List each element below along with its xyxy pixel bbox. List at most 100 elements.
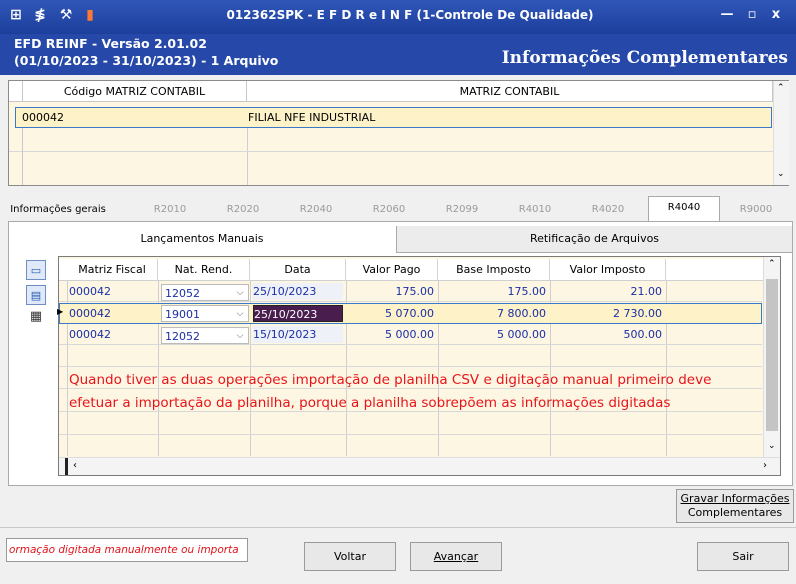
horizontal-scrollbar[interactable]: ‹ › — [59, 457, 780, 475]
status-field: ormação digitada manualmente ou importa — [6, 538, 248, 562]
chevron-down-icon[interactable]: ⌵ — [233, 307, 247, 321]
row-divider — [59, 434, 762, 435]
table-row-selected[interactable]: 000042 FILIAL NFE INDUSTRIAL — [15, 107, 772, 128]
cell-valor-imposto: 21.00 — [630, 285, 663, 298]
subtab-lancamentos-manuais[interactable]: Lançamentos Manuais — [9, 226, 395, 253]
cell-data[interactable]: 25/10/2023 — [253, 283, 343, 300]
scroll-right-icon[interactable]: › — [763, 460, 767, 471]
column-header-empty — [666, 259, 763, 281]
column-divider — [247, 128, 248, 185]
document-icon[interactable]: ▮ — [82, 7, 98, 25]
gravar-label-line1: Gravar Informações — [680, 492, 790, 505]
tab-r4040[interactable]: R4040 — [648, 196, 720, 222]
column-header-matriz: MATRIZ CONTABIL — [247, 81, 773, 102]
warning-message-line2: efetuar a importação da planilha, porque… — [69, 395, 671, 411]
column-header-code: Código MATRIZ CONTABIL — [23, 81, 247, 102]
minimize-button[interactable]: — — [717, 7, 737, 25]
grid-corner — [59, 259, 67, 281]
table-add-icon[interactable]: ▦ — [26, 309, 46, 329]
tree-icon[interactable]: ≸ — [32, 7, 48, 25]
cell-data[interactable]: 15/10/2023 — [253, 326, 343, 343]
window-title: 012362SPK - E F D R e I N F (1-Controle … — [226, 8, 594, 22]
section-title: Informações Complementares — [501, 48, 788, 68]
cell-matriz: FILIAL NFE INDUSTRIAL — [248, 111, 376, 124]
column-header-base-imposto: Base Imposto — [438, 259, 550, 281]
cell-valor-pago: 5 000.00 — [385, 328, 434, 341]
maximize-button[interactable]: ▫ — [742, 7, 762, 25]
scroll-left-icon[interactable]: ‹ — [73, 460, 77, 471]
title-bar: ⊞ ≸ ⚒ ▮ 012362SPK - E F D R e I N F (1-C… — [0, 0, 796, 34]
close-button[interactable]: x — [766, 7, 786, 25]
column-header-matriz-fiscal: Matriz Fiscal — [67, 259, 158, 281]
cell-valor-pago: 175.00 — [395, 285, 435, 298]
nat-rend-value: 12052 — [165, 287, 200, 300]
row-divider — [59, 388, 762, 389]
gravar-informacoes-button[interactable]: Gravar Informações Complementares — [676, 489, 794, 523]
grid-window-icon[interactable]: ▤ — [26, 285, 46, 305]
row-header-corner — [9, 81, 23, 102]
tab-r2040[interactable]: R2040 — [286, 199, 346, 221]
scroll-up-icon[interactable]: ⌃ — [768, 259, 776, 269]
cell-valor-imposto: 2 730.00 — [613, 307, 662, 320]
scroll-thumb[interactable] — [766, 279, 778, 431]
table-row[interactable]: 000042 12052 ⌵ 25/10/2023 175.00 175.00 … — [59, 283, 762, 302]
status-text: ormação digitada manualmente ou importa — [9, 544, 239, 556]
tab-informacoes-gerais[interactable]: Informações gerais — [8, 199, 108, 221]
cell-base-imposto: 175.00 — [507, 285, 547, 298]
vertical-scrollbar[interactable]: ⌃ ⌄ — [763, 257, 780, 457]
column-header-valor-imposto: Valor Imposto — [550, 259, 666, 281]
chevron-down-icon[interactable]: ⌵ — [233, 286, 247, 300]
cell-matriz-fiscal: 000042 — [69, 285, 111, 298]
scroll-thumb[interactable] — [65, 458, 68, 475]
tab-r2060[interactable]: R2060 — [359, 199, 419, 221]
monitor-icon[interactable]: ▭ — [26, 260, 46, 280]
cell-matriz-fiscal: 000042 — [69, 328, 111, 341]
tab-r4010[interactable]: R4010 — [505, 199, 565, 221]
scroll-down-icon[interactable]: ⌄ — [777, 169, 785, 179]
subtab-retificacao[interactable]: Retificação de Arquivos — [396, 226, 792, 253]
column-header-data: Data — [250, 259, 346, 281]
data-input-active[interactable]: 25/10/2023 — [253, 305, 343, 322]
tab-r4020[interactable]: R4020 — [578, 199, 638, 221]
column-header-valor-pago: Valor Pago — [346, 259, 438, 281]
vertical-scrollbar[interactable]: ⌃ ⌄ — [773, 81, 789, 185]
app-header: EFD REINF - Versão 2.01.02 (01/10/2023 -… — [0, 34, 796, 75]
gravar-label-line2: Complementares — [687, 506, 783, 519]
menu-icon[interactable]: ⊞ — [8, 7, 24, 25]
nat-rend-select[interactable]: 12052 ⌵ — [161, 327, 249, 344]
version-label: EFD REINF - Versão 2.01.02 — [14, 36, 207, 51]
scroll-down-icon[interactable]: ⌄ — [768, 441, 776, 451]
nat-rend-value: 19001 — [165, 308, 200, 321]
row-divider — [9, 151, 773, 152]
nat-rend-select[interactable]: 19001 ⌵ — [161, 305, 249, 322]
row-divider — [59, 411, 762, 412]
chevron-down-icon[interactable]: ⌵ — [233, 329, 247, 343]
row-pointer-icon: ▶ — [57, 307, 64, 316]
matriz-grid: Código MATRIZ CONTABIL MATRIZ CONTABIL 0… — [8, 80, 789, 186]
nat-rend-select[interactable]: 12052 ⌵ — [161, 284, 249, 301]
period-label: (01/10/2023 - 31/10/2023) - 1 Arquivo — [14, 53, 279, 68]
tab-r2020[interactable]: R2020 — [213, 199, 273, 221]
cell-matriz-fiscal: 000042 — [69, 307, 111, 320]
nat-rend-value: 12052 — [165, 330, 200, 343]
voltar-button[interactable]: Voltar — [304, 542, 396, 571]
column-header-nat-rend: Nat. Rend. — [158, 259, 250, 281]
cell-base-imposto: 7 800.00 — [497, 307, 546, 320]
cell-valor-pago: 5 070.00 — [385, 307, 434, 320]
scroll-up-icon[interactable]: ⌃ — [777, 83, 785, 93]
warning-message-line1: Quando tiver as duas operações importaçã… — [69, 372, 712, 388]
table-row-selected[interactable]: ▶ 000042 19001 ⌵ 25/10/2023 5 070.00 7 8… — [57, 303, 762, 324]
cell-code: 000042 — [22, 111, 64, 124]
tools-icon[interactable]: ⚒ — [58, 7, 74, 25]
cell-base-imposto: 5 000.00 — [497, 328, 546, 341]
row-divider — [59, 366, 762, 367]
tab-r2010[interactable]: R2010 — [140, 199, 200, 221]
avancar-button[interactable]: Avançar — [410, 542, 502, 571]
row-indicator-column — [9, 128, 23, 185]
tab-r2099[interactable]: R2099 — [432, 199, 492, 221]
sair-button[interactable]: Sair — [697, 542, 789, 571]
cell-valor-imposto: 500.00 — [623, 328, 663, 341]
divider — [0, 527, 796, 528]
tab-r9000[interactable]: R9000 — [726, 199, 786, 221]
table-row[interactable]: 000042 12052 ⌵ 15/10/2023 5 000.00 5 000… — [59, 326, 762, 345]
